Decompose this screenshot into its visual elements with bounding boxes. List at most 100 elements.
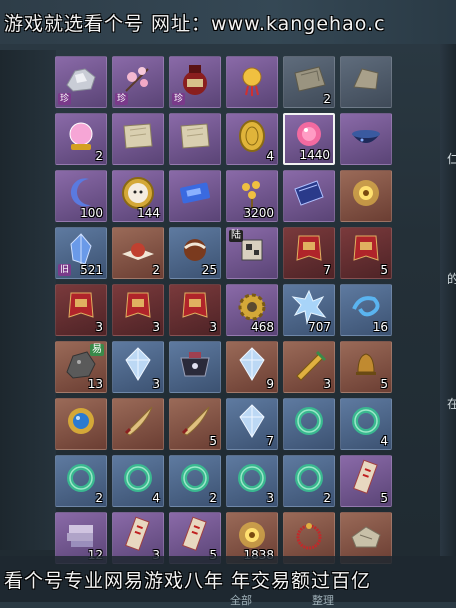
item-tag-badge: 珍: [115, 93, 129, 105]
item-quantity: 5: [380, 263, 388, 277]
item-quantity: 521: [80, 263, 103, 277]
jade-ring-icon: [289, 401, 329, 445]
item-quantity: 3: [266, 491, 274, 505]
inventory-slot[interactable]: [112, 398, 164, 450]
item-quantity: 2: [209, 491, 217, 505]
inventory-slot[interactable]: 7: [283, 227, 335, 279]
item-quantity: 25: [201, 263, 217, 277]
inventory-slot[interactable]: 2: [283, 56, 335, 108]
inventory-slot[interactable]: [283, 398, 335, 450]
inventory-slot[interactable]: 16: [340, 284, 392, 336]
item-quantity: 3200: [243, 206, 274, 220]
tab-all[interactable]: 全部: [230, 592, 252, 608]
inventory-slot[interactable]: 707: [283, 284, 335, 336]
item-quantity: 1440: [299, 148, 330, 162]
inventory-slot[interactable]: 9: [226, 341, 278, 393]
inventory-slot[interactable]: 5: [169, 398, 221, 450]
inventory-slot[interactable]: [340, 56, 392, 108]
inventory-slot[interactable]: 2: [283, 455, 335, 507]
inventory-slot[interactable]: 2: [55, 455, 107, 507]
item-quantity: 707: [308, 320, 331, 334]
curved-blade-icon: [118, 401, 158, 445]
item-quantity: 144: [137, 206, 160, 220]
item-quantity: 4: [152, 491, 160, 505]
inventory-slot[interactable]: 100: [55, 170, 107, 222]
inventory-slot[interactable]: 4: [340, 398, 392, 450]
side-label: 的: [447, 272, 456, 286]
scroll-map-icon: [118, 116, 158, 160]
item-quantity: 3: [209, 320, 217, 334]
inventory-slot[interactable]: 5: [340, 341, 392, 393]
inventory-slot[interactable]: 3: [283, 341, 335, 393]
inventory-slot[interactable]: 珍: [169, 56, 221, 108]
inventory-slot[interactable]: [169, 113, 221, 165]
inventory-slot[interactable]: 3: [226, 455, 278, 507]
left-backdrop: [0, 50, 56, 550]
right-panel-edge: [440, 44, 456, 556]
item-quantity: 16: [372, 320, 388, 334]
item-tag-badge: 珍: [172, 93, 186, 105]
inventory-slot[interactable]: 5: [340, 455, 392, 507]
item-quantity: 2: [323, 491, 331, 505]
golden-eye-icon: [346, 173, 386, 217]
bottom-watermark-banner: 看个号专业网易游戏八年 年交易额过百亿: [0, 556, 456, 602]
inventory-slot[interactable]: 5: [340, 227, 392, 279]
inventory-slot[interactable]: 珍: [112, 56, 164, 108]
inventory-slot[interactable]: 4: [112, 455, 164, 507]
inventory-slot[interactable]: [55, 398, 107, 450]
inventory-slot[interactable]: 7: [226, 398, 278, 450]
item-quantity: 2: [95, 149, 103, 163]
bottom-tabs: 全部 整理: [230, 592, 334, 608]
inventory-slot[interactable]: 2: [112, 227, 164, 279]
ticket-card-icon: [175, 173, 215, 217]
inventory-slot[interactable]: 2: [55, 113, 107, 165]
item-tag-badge: 珍: [58, 93, 72, 105]
inventory-slot[interactable]: 珍: [55, 56, 107, 108]
ornate-bag-icon: [175, 344, 215, 388]
item-quantity: 468: [251, 320, 274, 334]
inventory-slot[interactable]: [169, 341, 221, 393]
inventory-slot[interactable]: [340, 113, 392, 165]
item-quantity: 100: [80, 206, 103, 220]
inventory-slot[interactable]: 3: [169, 284, 221, 336]
cloth-bundle-icon: [346, 515, 386, 559]
blue-bowl-icon: [346, 116, 386, 160]
side-label: 仁: [447, 152, 456, 166]
inventory-slot[interactable]: 旧 521: [55, 227, 107, 279]
top-watermark-banner: 游戏就选看个号 网址：www.kangehao.c: [0, 0, 456, 44]
inventory-slot[interactable]: 3: [55, 284, 107, 336]
item-quantity: 4: [266, 149, 274, 163]
inventory-slot[interactable]: [112, 113, 164, 165]
inventory-slot[interactable]: 3: [112, 284, 164, 336]
item-quantity: 5: [380, 491, 388, 505]
item-quantity: 4: [380, 434, 388, 448]
inventory-slot[interactable]: 468: [226, 284, 278, 336]
inventory-grid: 珍珍珍 2 2 4 1440 100 144 3200 旧 521 2 25 陆 7 5 3 3 3 468 707 1…: [55, 56, 392, 564]
tab-sort[interactable]: 整理: [312, 592, 334, 608]
item-quantity: 5: [380, 377, 388, 391]
inventory-slot[interactable]: 2: [169, 455, 221, 507]
inventory-slot[interactable]: 4: [226, 113, 278, 165]
inventory-slot[interactable]: 1440: [283, 113, 335, 165]
item-tag-badge: 陆: [229, 230, 243, 242]
inventory-slot[interactable]: 25: [169, 227, 221, 279]
item-quantity: 2: [152, 263, 160, 277]
item-quantity: 3: [95, 320, 103, 334]
inventory-slot[interactable]: [226, 56, 278, 108]
inventory-slot[interactable]: [340, 170, 392, 222]
item-quantity: 5: [209, 434, 217, 448]
inventory-slot[interactable]: 144: [112, 170, 164, 222]
item-quantity: 2: [95, 491, 103, 505]
inventory-slot[interactable]: 3: [112, 341, 164, 393]
item-tag-badge: 易: [90, 344, 104, 356]
jeweled-amulet-icon: [61, 401, 101, 445]
inventory-slot[interactable]: 易 13: [55, 341, 107, 393]
inventory-slot[interactable]: 3200: [226, 170, 278, 222]
item-quantity: 3: [152, 377, 160, 391]
item-tag-badge: 旧: [58, 264, 72, 276]
inventory-slot[interactable]: 陆: [226, 227, 278, 279]
item-quantity: 9: [266, 377, 274, 391]
inventory-slot[interactable]: [169, 170, 221, 222]
item-quantity: 13: [87, 377, 103, 391]
inventory-slot[interactable]: [283, 170, 335, 222]
